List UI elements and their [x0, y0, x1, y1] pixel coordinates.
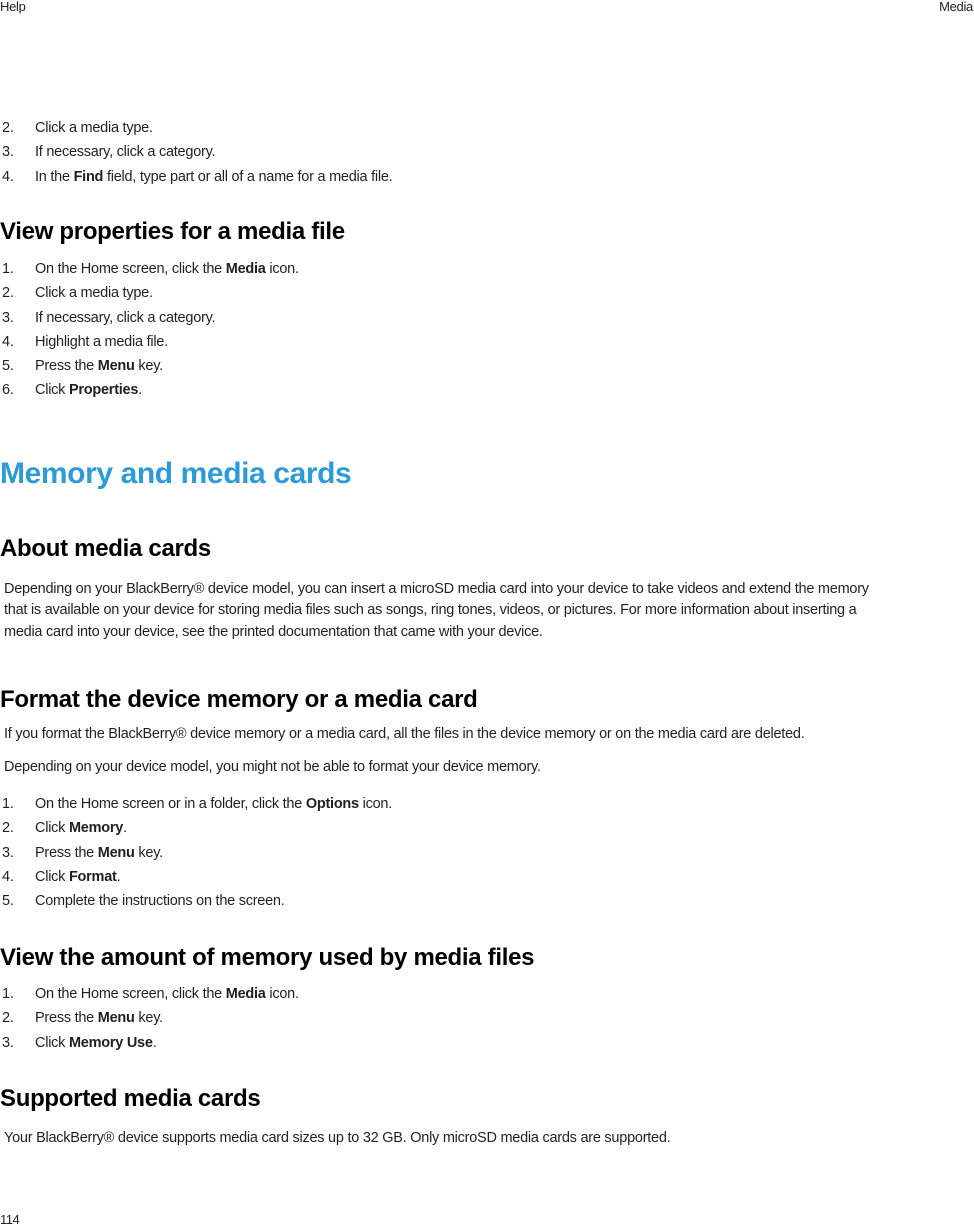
step-number: 3. [2, 144, 14, 161]
step-number: 3. [2, 1034, 14, 1051]
running-header: Help Media [0, 0, 974, 20]
section-heading-about-media-cards: About media cards [0, 535, 211, 562]
step-number: 3. [2, 309, 14, 326]
supported-cards-paragraph: Your BlackBerry® device supports media c… [4, 1130, 671, 1146]
step-number: 4. [2, 868, 14, 885]
step-text: Click Memory. [35, 820, 127, 837]
step-number: 1. [2, 986, 14, 1002]
paragraph-line: that is available on your device for sto… [4, 602, 857, 619]
step-text: Click Memory Use. [35, 1034, 157, 1051]
step-text: On the Home screen or in a folder, click… [35, 796, 393, 812]
step-text: Press the Menu key. [35, 1010, 163, 1027]
step-number: 1. [2, 261, 14, 277]
step-text: Highlight a media file. [35, 333, 168, 350]
step-text: Click a media type. [35, 120, 153, 136]
step-number: 2. [2, 120, 14, 136]
step-text: Click a media type. [35, 285, 153, 302]
section-heading-format-memory: Format the device memory or a media card [0, 686, 478, 713]
step-text: Click Properties. [35, 382, 142, 399]
step-number: 2. [2, 820, 14, 837]
step-number: 5. [2, 893, 14, 910]
step-number: 5. [2, 358, 14, 375]
step-text: In the Find field, type part or all of a… [35, 168, 393, 185]
section-heading-view-properties: View properties for a media file [0, 218, 345, 245]
paragraph-line: media card into your device, see the pri… [4, 623, 543, 640]
paragraph-line: Depending on your BlackBerry® device mod… [4, 581, 869, 597]
step-text: Click Format. [35, 868, 121, 885]
step-text: Press the Menu key. [35, 358, 163, 375]
header-chapter-label: Media [939, 0, 973, 14]
step-number: 4. [2, 333, 14, 350]
step-number: 4. [2, 168, 14, 185]
section-heading-supported-cards: Supported media cards [0, 1085, 261, 1112]
about-media-cards-paragraph: Depending on your BlackBerry® device mod… [4, 579, 974, 643]
step-text: Press the Menu key. [35, 844, 163, 861]
step-number: 2. [2, 285, 14, 302]
format-memory-warning: If you format the BlackBerry® device mem… [4, 726, 805, 742]
step-number: 1. [2, 796, 14, 812]
page-number: 114 [0, 1212, 20, 1227]
step-text: If necessary, click a category. [35, 309, 216, 326]
step-number: 3. [2, 844, 14, 861]
step-text: On the Home screen, click the Media icon… [35, 986, 299, 1002]
format-memory-note: Depending on your device model, you migh… [4, 759, 541, 775]
step-number: 6. [2, 382, 14, 399]
chapter-heading: Memory and media cards [0, 457, 352, 490]
section-heading-memory-used: View the amount of memory used by media … [0, 944, 535, 971]
step-number: 2. [2, 1010, 14, 1027]
header-section-label: Help [0, 0, 26, 14]
step-text: Complete the instructions on the screen. [35, 893, 285, 910]
step-text: On the Home screen, click the Media icon… [35, 261, 299, 277]
step-text: If necessary, click a category. [35, 144, 216, 161]
